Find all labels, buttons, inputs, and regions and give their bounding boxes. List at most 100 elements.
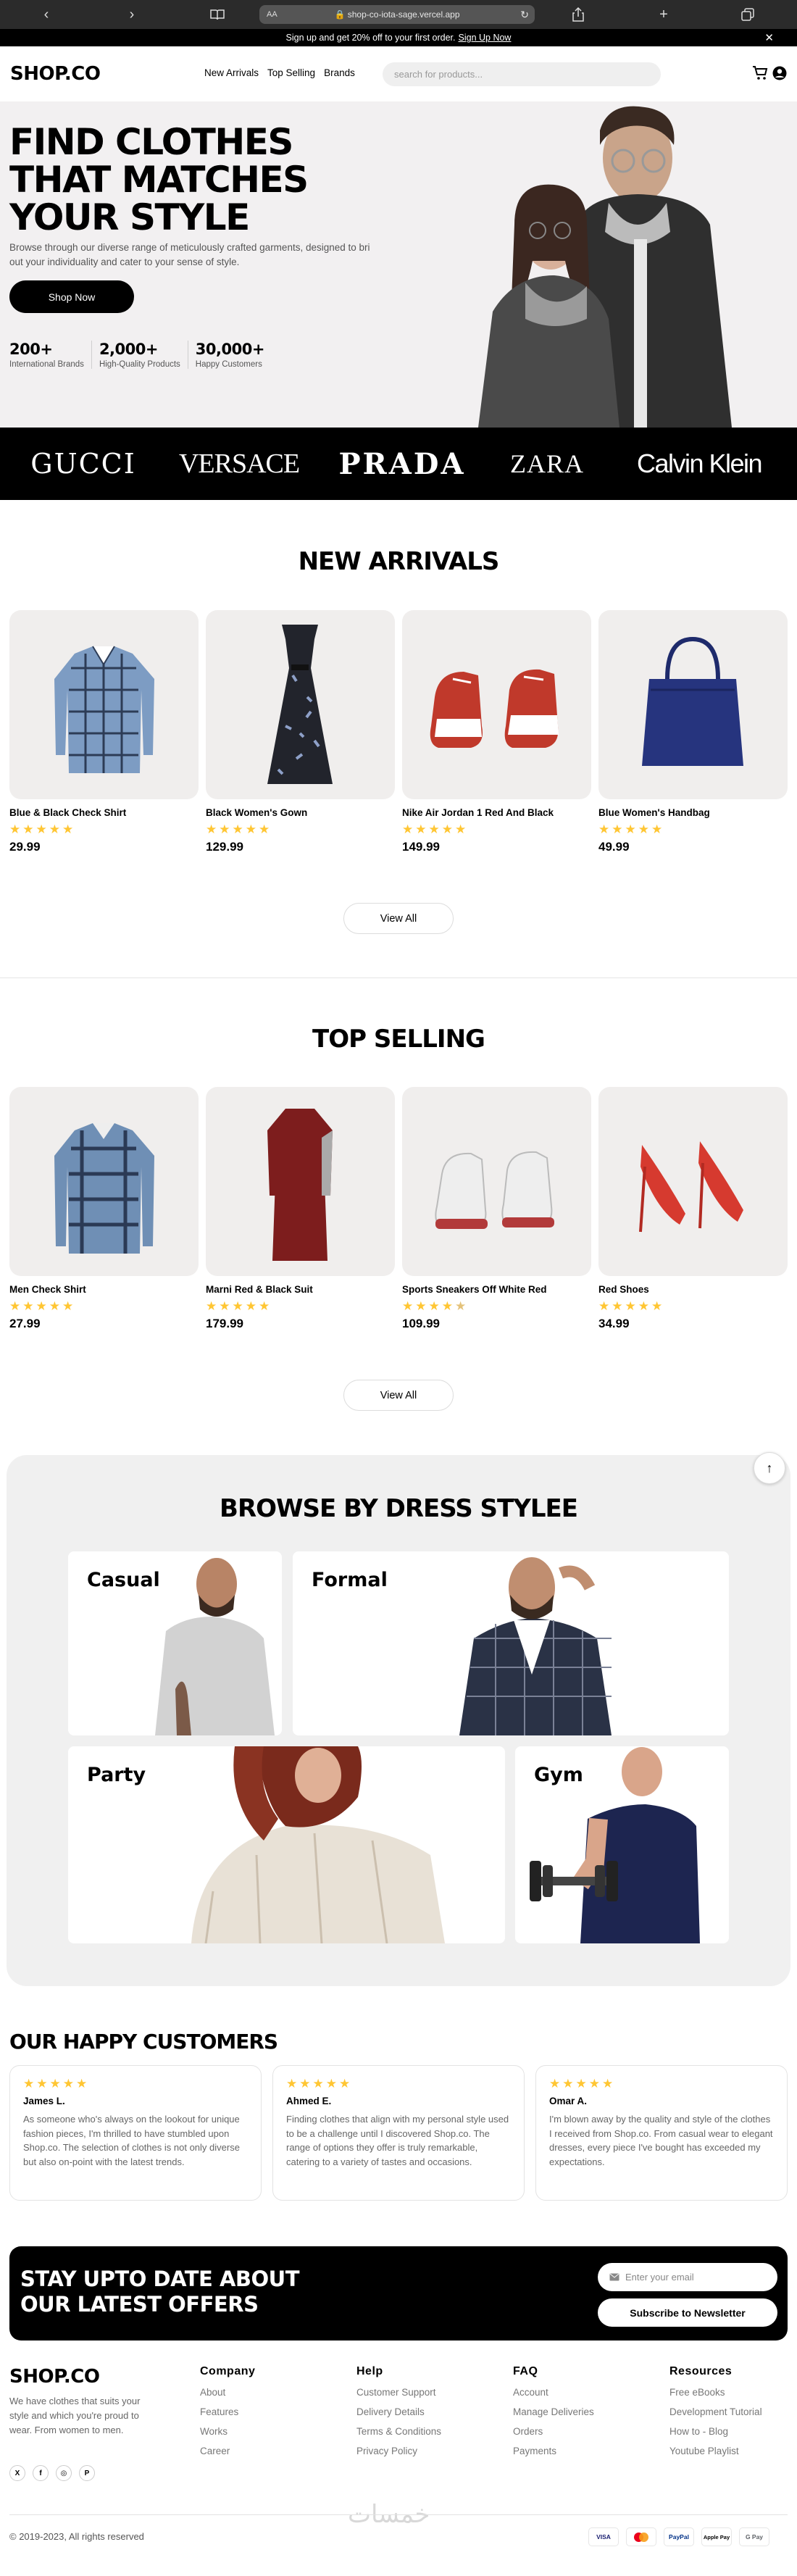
- product-name[interactable]: Nike Air Jordan 1 Red And Black: [402, 807, 591, 818]
- review-text: As someone who's always on the lookout f…: [23, 2114, 240, 2167]
- footer-logo[interactable]: SHOP.CO: [9, 2366, 100, 2388]
- product-price: 49.99: [598, 840, 630, 854]
- footer-link[interactable]: About: [200, 2387, 255, 2398]
- subscribe-button[interactable]: Subscribe to Newsletter: [598, 2298, 777, 2327]
- product-name[interactable]: Sports Sneakers Off White Red: [402, 1284, 591, 1295]
- product-image[interactable]: [598, 1087, 788, 1276]
- logo[interactable]: SHOP.CO: [10, 63, 101, 85]
- star-icon: ★: [206, 1299, 217, 1313]
- product-image[interactable]: [402, 1087, 591, 1276]
- brand-prada: PRADA: [338, 446, 466, 481]
- footer-link[interactable]: Development Tutorial: [669, 2406, 762, 2417]
- footer-link[interactable]: Delivery Details: [356, 2406, 441, 2417]
- reload-icon[interactable]: ↻: [520, 9, 529, 21]
- back-icon[interactable]: ‹: [32, 0, 61, 29]
- new-tab-icon[interactable]: +: [649, 0, 678, 29]
- star-icon: ★: [259, 822, 270, 836]
- product-image[interactable]: [9, 1087, 199, 1276]
- product-card[interactable]: Men Check Shirt ★ ★ ★ ★ ★ 27.99: [9, 1087, 199, 1331]
- style-card-formal[interactable]: Formal: [293, 1551, 729, 1735]
- view-all-top-selling-button[interactable]: View All: [343, 1380, 454, 1411]
- stat-products: 2,000+ High-Quality Products: [92, 341, 188, 369]
- footer-link[interactable]: Terms & Conditions: [356, 2426, 441, 2437]
- scroll-top-button[interactable]: ↑: [754, 1452, 785, 1484]
- star-icon: ★: [428, 822, 440, 836]
- x-icon[interactable]: X: [9, 2465, 25, 2481]
- product-image[interactable]: [206, 1087, 395, 1276]
- nav-new-arrivals[interactable]: New Arrivals: [204, 67, 259, 78]
- footer-link[interactable]: Customer Support: [356, 2387, 441, 2398]
- star-icon: ★: [22, 1299, 34, 1313]
- reviewer-name: Ahmed E.: [286, 2096, 332, 2106]
- address-bar[interactable]: AA 🔒 shop-co-iota-sage.vercel.app ↻: [259, 5, 535, 24]
- product-card[interactable]: Red Shoes ★ ★ ★ ★ ★ 34.99: [598, 1087, 788, 1331]
- product-name[interactable]: Red Shoes: [598, 1284, 788, 1295]
- product-price: 27.99: [9, 1317, 41, 1330]
- reviewer-name: Omar A.: [549, 2096, 588, 2106]
- bookmarks-icon[interactable]: [203, 0, 232, 29]
- star-icon: ★: [232, 1299, 243, 1313]
- style-label: Gym: [534, 1764, 583, 1786]
- sign-up-link[interactable]: Sign Up Now: [459, 33, 512, 43]
- footer-link[interactable]: Career: [200, 2446, 255, 2456]
- footer-link[interactable]: Orders: [513, 2426, 594, 2437]
- rating-stars: ★ ★ ★ ★ ★: [402, 823, 591, 835]
- footer-link[interactable]: Works: [200, 2426, 255, 2437]
- product-image[interactable]: [206, 610, 395, 799]
- pinterest-icon[interactable]: P: [79, 2465, 95, 2481]
- star-icon: ★: [62, 1299, 74, 1313]
- search-input[interactable]: search for products...: [383, 62, 661, 86]
- star-icon: ★: [625, 1299, 636, 1313]
- style-card-gym[interactable]: Gym: [515, 1746, 729, 1943]
- footer-link[interactable]: Privacy Policy: [356, 2446, 441, 2456]
- account-icon[interactable]: [772, 66, 787, 80]
- hero-title: FIND CLOTHES THAT MATCHES YOUR STYLE: [9, 121, 309, 238]
- footer-link[interactable]: How to - Blog: [669, 2426, 762, 2437]
- style-label: Casual: [87, 1569, 160, 1591]
- product-name[interactable]: Marni Red & Black Suit: [206, 1284, 395, 1295]
- half-star-icon: ★: [455, 1299, 467, 1313]
- product-image[interactable]: [9, 610, 199, 799]
- product-name[interactable]: Blue Women's Handbag: [598, 807, 788, 818]
- footer-link[interactable]: Free eBooks: [669, 2387, 762, 2398]
- footer-link[interactable]: Features: [200, 2406, 255, 2417]
- rating-stars: ★ ★ ★ ★ ★: [23, 2077, 248, 2090]
- product-image[interactable]: [402, 610, 591, 799]
- style-card-casual[interactable]: Casual: [68, 1551, 282, 1735]
- product-name[interactable]: Black Women's Gown: [206, 807, 395, 818]
- product-card[interactable]: Nike Air Jordan 1 Red And Black ★ ★ ★ ★ ★ 14…: [402, 610, 591, 854]
- footer-link[interactable]: Account: [513, 2387, 594, 2398]
- nav-top-selling[interactable]: Top Selling: [267, 67, 315, 78]
- product-image[interactable]: [598, 610, 788, 799]
- page: ‹ › AA 🔒 shop-co-iota-sage.vercel.app ↻ …: [0, 0, 797, 2576]
- nav-brands[interactable]: Brands: [324, 67, 355, 78]
- arrow-up-icon: ↑: [766, 1460, 773, 1475]
- share-icon[interactable]: [564, 0, 593, 29]
- instagram-icon[interactable]: ◎: [56, 2465, 72, 2481]
- close-icon[interactable]: ✕: [764, 31, 774, 44]
- shop-now-button[interactable]: Shop Now: [9, 280, 134, 313]
- forward-icon[interactable]: ›: [117, 0, 146, 29]
- view-all-new-arrivals-button[interactable]: View All: [343, 903, 454, 934]
- product-card[interactable]: Black Women's Gown ★ ★ ★ ★ ★ 129.99: [206, 610, 395, 854]
- footer-link[interactable]: Youtube Playlist: [669, 2446, 762, 2456]
- product-name[interactable]: Blue & Black Check Shirt: [9, 807, 199, 818]
- footer-link[interactable]: Payments: [513, 2446, 594, 2456]
- reviews-title: OUR HAPPY CUSTOMERS: [9, 2030, 278, 2054]
- site-header: SHOP.CO New Arrivals Top Selling Brands …: [0, 46, 797, 101]
- email-field[interactable]: Enter your email: [598, 2263, 777, 2291]
- facebook-icon[interactable]: f: [33, 2465, 49, 2481]
- star-icon: ★: [415, 1299, 427, 1313]
- product-card[interactable]: Marni Red & Black Suit ★ ★ ★ ★ ★ 179.99: [206, 1087, 395, 1331]
- cart-icon[interactable]: [752, 66, 768, 80]
- stat-label: Happy Customers: [195, 360, 262, 369]
- footer-link[interactable]: Manage Deliveries: [513, 2406, 594, 2417]
- tabs-icon[interactable]: [733, 0, 762, 29]
- product-name[interactable]: Men Check Shirt: [9, 1284, 199, 1295]
- product-card[interactable]: Sports Sneakers Off White Red ★ ★ ★ ★ ★ 109.…: [402, 1087, 591, 1331]
- style-card-party[interactable]: Party: [68, 1746, 505, 1943]
- star-icon: ★: [245, 822, 256, 836]
- product-card[interactable]: Blue & Black Check Shirt ★ ★ ★ ★ ★ 29.99: [9, 610, 199, 854]
- footer-heading: Help: [356, 2365, 383, 2377]
- product-card[interactable]: Blue Women's Handbag ★ ★ ★ ★ ★ 49.99: [598, 610, 788, 854]
